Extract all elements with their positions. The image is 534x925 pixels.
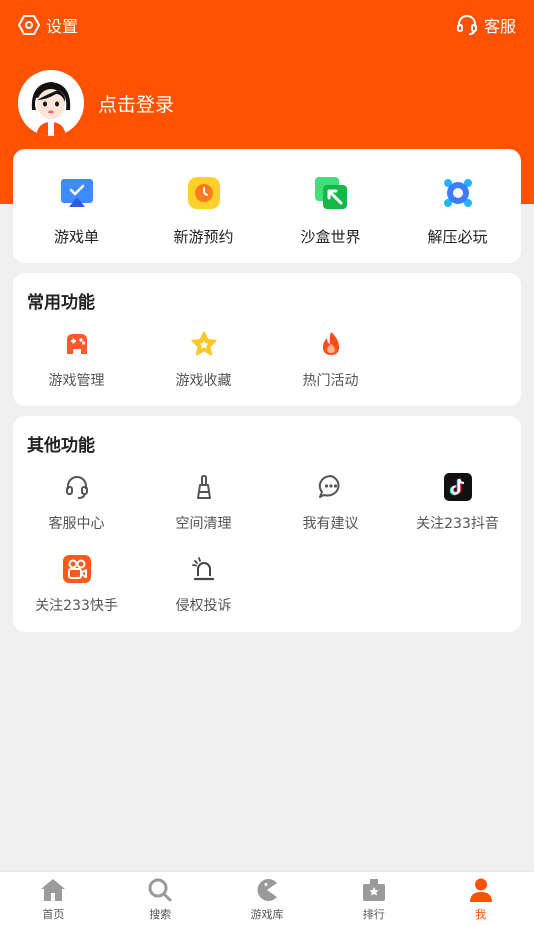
alarm-icon: [190, 555, 218, 583]
customer-center-item[interactable]: 客服中心: [13, 456, 140, 533]
login-area[interactable]: 点击登录: [18, 70, 174, 136]
nav-label: 排行: [362, 908, 385, 921]
home-icon: [40, 877, 66, 903]
service-label: 客服: [483, 17, 516, 36]
function-label: 我有建议: [302, 516, 359, 532]
other-functions-card: 其他功能 客服中心 空间清理 我有建议 关注233抖音 关注233快手 侵权投诉: [13, 416, 521, 632]
follow-kuaishou-item[interactable]: 关注233快手: [13, 533, 140, 615]
function-label: 关注233抖音: [416, 516, 499, 532]
function-label: 客服中心: [48, 516, 105, 532]
headset-icon: [63, 473, 91, 501]
nav-label: 游戏库: [250, 908, 284, 921]
follow-douyin-item[interactable]: 关注233抖音: [394, 456, 521, 533]
quick-entries-card: 游戏单 新游预约 沙盒世界 解压必玩: [13, 149, 521, 263]
function-label: 游戏收藏: [175, 373, 232, 389]
top-bar: 设置 客服: [0, 13, 534, 39]
bottom-navigation: 首页 搜索 游戏库 排行 我: [0, 871, 534, 925]
game-list-icon: [59, 175, 95, 211]
flame-icon: [317, 330, 345, 358]
star-icon: [190, 330, 218, 358]
gamepad-icon: [63, 330, 91, 358]
space-cleanup-item[interactable]: 空间清理: [140, 456, 267, 533]
quick-item-label: 新游预约: [173, 228, 234, 246]
nav-game-library[interactable]: 游戏库: [214, 872, 321, 925]
function-label: 空间清理: [175, 516, 232, 532]
quick-item-sandbox-world[interactable]: 沙盒世界: [267, 149, 394, 247]
pacman-icon: [254, 877, 280, 903]
nav-me[interactable]: 我: [427, 872, 534, 925]
settings-icon: [18, 15, 40, 35]
nav-label: 搜索: [149, 908, 172, 921]
function-label: 关注233快手: [35, 598, 118, 614]
clock-icon: [186, 175, 222, 211]
game-management-item[interactable]: 游戏管理: [13, 313, 140, 390]
game-favorites-item[interactable]: 游戏收藏: [140, 313, 267, 390]
avatar[interactable]: [18, 70, 84, 136]
broom-icon: [190, 473, 218, 501]
quick-item-stress-relief[interactable]: 解压必玩: [394, 149, 521, 247]
quick-item-label: 游戏单: [53, 228, 99, 246]
suggestion-item[interactable]: 我有建议: [267, 456, 394, 533]
settings-button[interactable]: 设置: [18, 13, 78, 37]
function-label: 热门活动: [302, 373, 359, 389]
nav-label: 我: [475, 908, 487, 921]
quick-item-new-game-reservation[interactable]: 新游预约: [140, 149, 267, 247]
headset-icon: [456, 15, 477, 35]
tiktok-icon: [443, 473, 472, 501]
settings-label: 设置: [46, 17, 79, 36]
quick-item-label: 沙盒世界: [300, 228, 361, 246]
chat-bubble-icon: [317, 473, 345, 501]
function-label: 游戏管理: [48, 373, 105, 389]
common-functions-card: 常用功能 游戏管理 游戏收藏 热门活动: [13, 273, 521, 406]
section-title: 常用功能: [27, 293, 95, 313]
search-icon: [147, 877, 173, 903]
section-title: 其他功能: [27, 436, 95, 456]
customer-service-button[interactable]: 客服: [456, 13, 516, 37]
quick-item-label: 解压必玩: [427, 228, 488, 246]
user-icon: [468, 877, 494, 903]
hot-activities-item[interactable]: 热门活动: [267, 313, 394, 390]
function-label: 侵权投诉: [175, 598, 232, 614]
infringement-complaint-item[interactable]: 侵权投诉: [140, 533, 267, 615]
nav-label: 首页: [42, 908, 65, 921]
gear-flower-icon: [440, 175, 476, 211]
ranking-icon: [361, 877, 387, 903]
kuaishou-icon: [62, 555, 91, 583]
login-label[interactable]: 点击登录: [98, 90, 174, 117]
avatar-illustration: [18, 70, 84, 136]
quick-item-game-list[interactable]: 游戏单: [13, 149, 140, 247]
nav-home[interactable]: 首页: [0, 872, 107, 925]
nav-ranking[interactable]: 排行: [320, 872, 427, 925]
nav-search[interactable]: 搜索: [107, 872, 214, 925]
sandbox-icon: [313, 175, 349, 211]
